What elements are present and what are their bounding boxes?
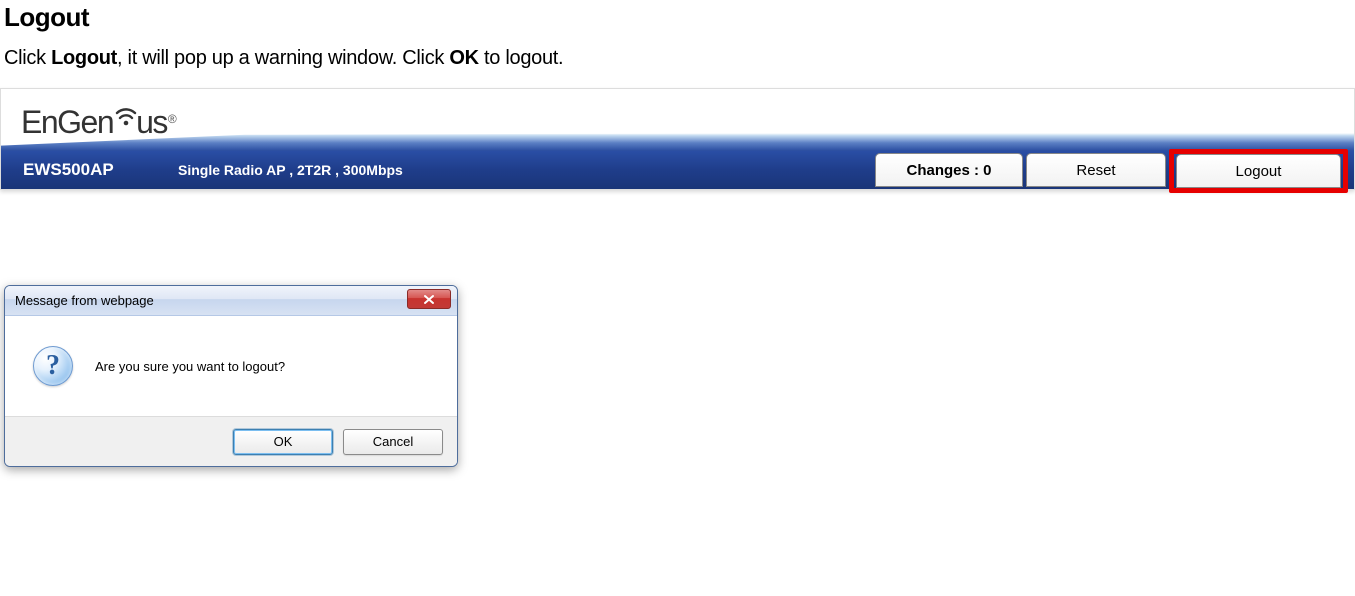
- brand-logo-text: EnGen us®: [21, 104, 174, 141]
- close-icon: [423, 294, 435, 305]
- dialog-footer: OK Cancel: [5, 416, 457, 466]
- confirm-dialog: Message from webpage ? Are you sure you …: [4, 285, 458, 467]
- highlight-annotation: Logout: [1169, 149, 1348, 193]
- ok-button[interactable]: OK: [233, 429, 333, 455]
- product-name: EWS500AP: [23, 160, 178, 180]
- instruction-suffix: to logout.: [479, 47, 564, 69]
- brand-part-us: us: [136, 104, 167, 141]
- app-header: EnGen us® EWS500AP Single Radio AP , 2T2…: [0, 88, 1355, 190]
- section-heading: Logout: [0, 0, 1355, 47]
- dialog-title: Message from webpage: [15, 293, 154, 308]
- dialog-body: ? Are you sure you want to logout?: [5, 316, 457, 416]
- question-icon: ?: [33, 346, 73, 386]
- dialog-titlebar: Message from webpage: [5, 286, 457, 316]
- instruction-bold-logout: Logout: [51, 47, 117, 69]
- reset-button[interactable]: Reset: [1026, 153, 1166, 187]
- close-button[interactable]: [407, 289, 451, 309]
- instruction-prefix: Click: [4, 47, 51, 69]
- brand-part-gen: Gen: [57, 104, 113, 141]
- brand-registered: ®: [168, 112, 175, 126]
- cancel-button[interactable]: Cancel: [343, 429, 443, 455]
- brand-part-en: En: [21, 104, 57, 141]
- wifi-icon: [115, 98, 137, 124]
- brand-logo: EnGen us®: [21, 104, 174, 141]
- product-description: Single Radio AP , 2T2R , 300Mbps: [178, 162, 403, 178]
- instruction-mid: , it will pop up a warning window. Click: [117, 47, 449, 69]
- instruction-bold-ok: OK: [449, 47, 478, 69]
- changes-button[interactable]: Changes : 0: [875, 153, 1023, 187]
- logout-button[interactable]: Logout: [1176, 154, 1341, 188]
- instruction-text: Click Logout, it will pop up a warning w…: [0, 47, 1355, 88]
- dialog-message: Are you sure you want to logout?: [95, 359, 285, 374]
- question-mark: ?: [46, 352, 60, 380]
- product-bar: EWS500AP Single Radio AP , 2T2R , 300Mbp…: [1, 151, 1354, 189]
- dialog-wrap: Message from webpage ? Are you sure you …: [4, 285, 1355, 467]
- header-buttons: Changes : 0 Reset Logout: [872, 143, 1348, 187]
